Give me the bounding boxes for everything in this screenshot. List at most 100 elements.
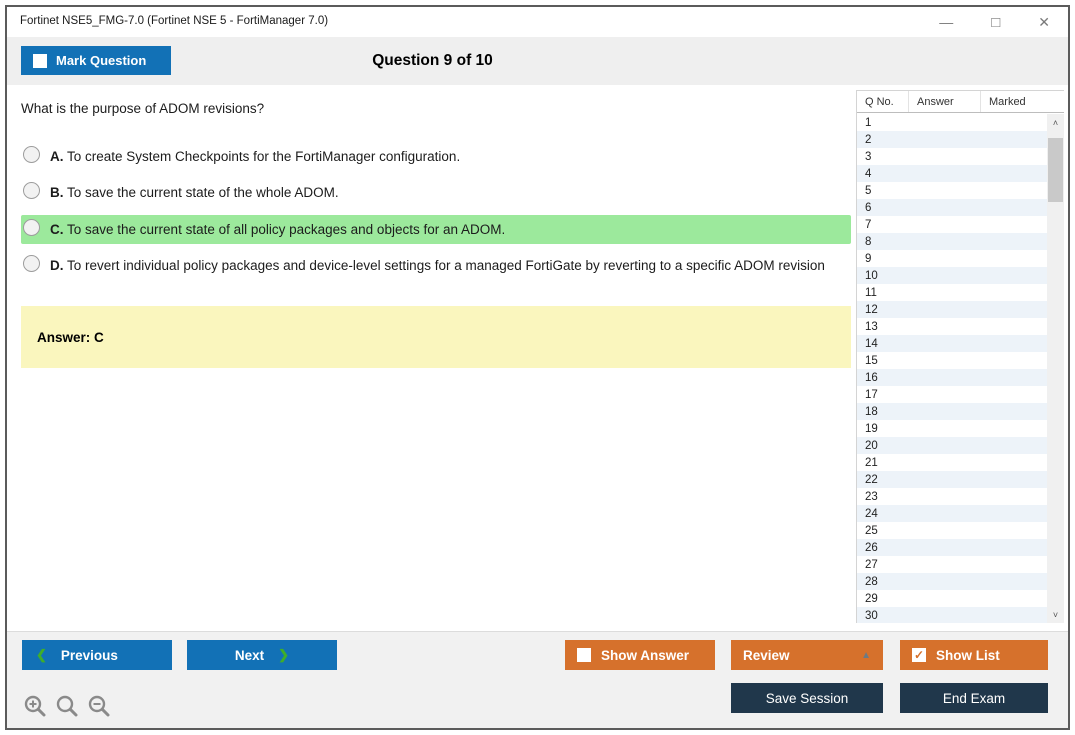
show-list-button[interactable]: ✓ Show List xyxy=(900,640,1048,670)
show-answer-checkbox[interactable] xyxy=(577,648,591,662)
question-list-row[interactable]: 14 xyxy=(857,335,1047,352)
scroll-up-icon[interactable]: ˄ xyxy=(1047,114,1064,131)
save-session-label: Save Session xyxy=(765,690,849,706)
option-row-d[interactable]: D. To revert individual policy packages … xyxy=(21,251,851,280)
question-list-row[interactable]: 26 xyxy=(857,539,1047,556)
option-text: A. To create System Checkpoints for the … xyxy=(50,149,461,164)
question-list-row[interactable]: 12 xyxy=(857,301,1047,318)
next-button[interactable]: Next ❯ xyxy=(187,640,337,670)
question-list-row[interactable]: 8 xyxy=(857,233,1047,250)
question-list-row[interactable]: 19 xyxy=(857,420,1047,437)
qno-cell: 5 xyxy=(865,184,872,197)
review-label: Review xyxy=(743,647,790,663)
qno-cell: 22 xyxy=(865,473,878,486)
question-list-row[interactable]: 30 xyxy=(857,607,1047,623)
header-strip: Mark Question Question 9 of 10 xyxy=(7,37,1068,85)
qno-cell: 26 xyxy=(865,541,878,554)
show-answer-label: Show Answer xyxy=(601,647,690,663)
option-row-b[interactable]: B. To save the current state of the whol… xyxy=(21,178,851,207)
qno-cell: 6 xyxy=(865,201,872,214)
question-list-row[interactable]: 22 xyxy=(857,471,1047,488)
question-list-row[interactable]: 24 xyxy=(857,505,1047,522)
scrollbar-thumb[interactable] xyxy=(1048,138,1063,202)
question-list-row[interactable]: 18 xyxy=(857,403,1047,420)
question-list-row[interactable]: 21 xyxy=(857,454,1047,471)
question-list-row[interactable]: 20 xyxy=(857,437,1047,454)
question-list-row[interactable]: 5 xyxy=(857,182,1047,199)
question-list-row[interactable]: 9 xyxy=(857,250,1047,267)
question-list-row[interactable]: 28 xyxy=(857,573,1047,590)
radio-button[interactable] xyxy=(23,146,40,163)
question-list-row[interactable]: 1 xyxy=(857,114,1047,131)
qno-cell: 15 xyxy=(865,354,878,367)
question-list-row[interactable]: 17 xyxy=(857,386,1047,403)
review-button[interactable]: Review ▲ xyxy=(731,640,883,670)
title-bar: Fortinet NSE5_FMG-7.0 (Fortinet NSE 5 - … xyxy=(7,7,1068,37)
qno-cell: 2 xyxy=(865,133,872,146)
qno-cell: 20 xyxy=(865,439,878,452)
question-list-row[interactable]: 10 xyxy=(857,267,1047,284)
qno-cell: 23 xyxy=(865,490,878,503)
qno-cell: 10 xyxy=(865,269,878,282)
window-title: Fortinet NSE5_FMG-7.0 (Fortinet NSE 5 - … xyxy=(20,15,329,27)
radio-button[interactable] xyxy=(23,254,40,272)
qno-cell: 17 xyxy=(865,388,878,401)
checkmark-icon: ✓ xyxy=(913,648,925,662)
qno-cell: 13 xyxy=(865,320,878,333)
zoom-out-icon[interactable] xyxy=(87,694,111,718)
question-list-row[interactable]: 13 xyxy=(857,318,1047,335)
app-window: Fortinet NSE5_FMG-7.0 (Fortinet NSE 5 - … xyxy=(5,5,1070,730)
question-list-row[interactable]: 27 xyxy=(857,556,1047,573)
question-text: What is the purpose of ADOM revisions? xyxy=(21,101,265,116)
qno-cell: 28 xyxy=(865,575,878,588)
main-content: What is the purpose of ADOM revisions? A… xyxy=(7,85,1068,631)
end-exam-button[interactable]: End Exam xyxy=(900,683,1048,713)
options-list: A. To create System Checkpoints for the … xyxy=(21,142,851,280)
radio-button[interactable] xyxy=(23,218,40,236)
scroll-down-icon[interactable]: ˅ xyxy=(1047,606,1064,623)
option-row-a[interactable]: A. To create System Checkpoints for the … xyxy=(21,142,851,171)
question-list-row[interactable]: 6 xyxy=(857,199,1047,216)
previous-label: Previous xyxy=(60,647,118,663)
question-list-header: Q No. Answer Marked xyxy=(857,91,1064,113)
question-list-row[interactable]: 23 xyxy=(857,488,1047,505)
column-header-qno: Q No. xyxy=(857,91,909,112)
zoom-controls xyxy=(23,694,111,718)
answer-text: Answer: C xyxy=(37,329,104,345)
show-list-checkbox[interactable]: ✓ xyxy=(912,648,926,662)
minimize-icon[interactable]: — xyxy=(939,15,953,29)
radio-button[interactable] xyxy=(23,182,40,200)
footer-bar: ❮ Previous Next ❯ Show Answer Review ▲ ✓… xyxy=(7,631,1068,728)
qno-cell: 19 xyxy=(865,422,878,435)
close-icon[interactable]: ✕ xyxy=(1038,15,1050,29)
show-answer-button[interactable]: Show Answer xyxy=(565,640,715,670)
chevron-up-icon: ▲ xyxy=(861,649,871,661)
question-counter: Question 9 of 10 xyxy=(372,52,493,69)
qno-cell: 4 xyxy=(865,167,872,180)
question-list-scrollbar[interactable]: ˄ ˅ xyxy=(1047,114,1064,623)
zoom-in-icon[interactable] xyxy=(23,694,47,718)
question-list-row[interactable]: 16 xyxy=(857,369,1047,386)
option-row-c[interactable]: C. To save the current state of all poli… xyxy=(21,214,851,244)
qno-cell: 9 xyxy=(865,252,872,265)
qno-cell: 8 xyxy=(865,235,872,248)
question-list-row[interactable]: 7 xyxy=(857,216,1047,233)
question-list-row[interactable]: 2 xyxy=(857,131,1047,148)
previous-button[interactable]: ❮ Previous xyxy=(22,640,172,670)
save-session-button[interactable]: Save Session xyxy=(731,683,883,713)
option-letter: A. xyxy=(50,149,64,164)
question-list-row[interactable]: 25 xyxy=(857,522,1047,539)
maximize-icon[interactable]: □ xyxy=(991,15,1000,30)
question-list-row[interactable]: 15 xyxy=(857,352,1047,369)
option-text: D. To revert individual policy packages … xyxy=(50,257,825,273)
qno-cell: 7 xyxy=(865,218,872,231)
answer-box: Answer: C xyxy=(21,306,851,368)
zoom-reset-icon[interactable] xyxy=(55,694,79,718)
option-text: C. To save the current state of all poli… xyxy=(50,221,506,237)
qno-cell: 25 xyxy=(865,524,878,537)
question-list-row[interactable]: 3 xyxy=(857,148,1047,165)
question-list-row[interactable]: 29 xyxy=(857,590,1047,607)
question-list-row[interactable]: 11 xyxy=(857,284,1047,301)
option-letter: C. xyxy=(50,221,64,237)
question-list-row[interactable]: 4 xyxy=(857,165,1047,182)
